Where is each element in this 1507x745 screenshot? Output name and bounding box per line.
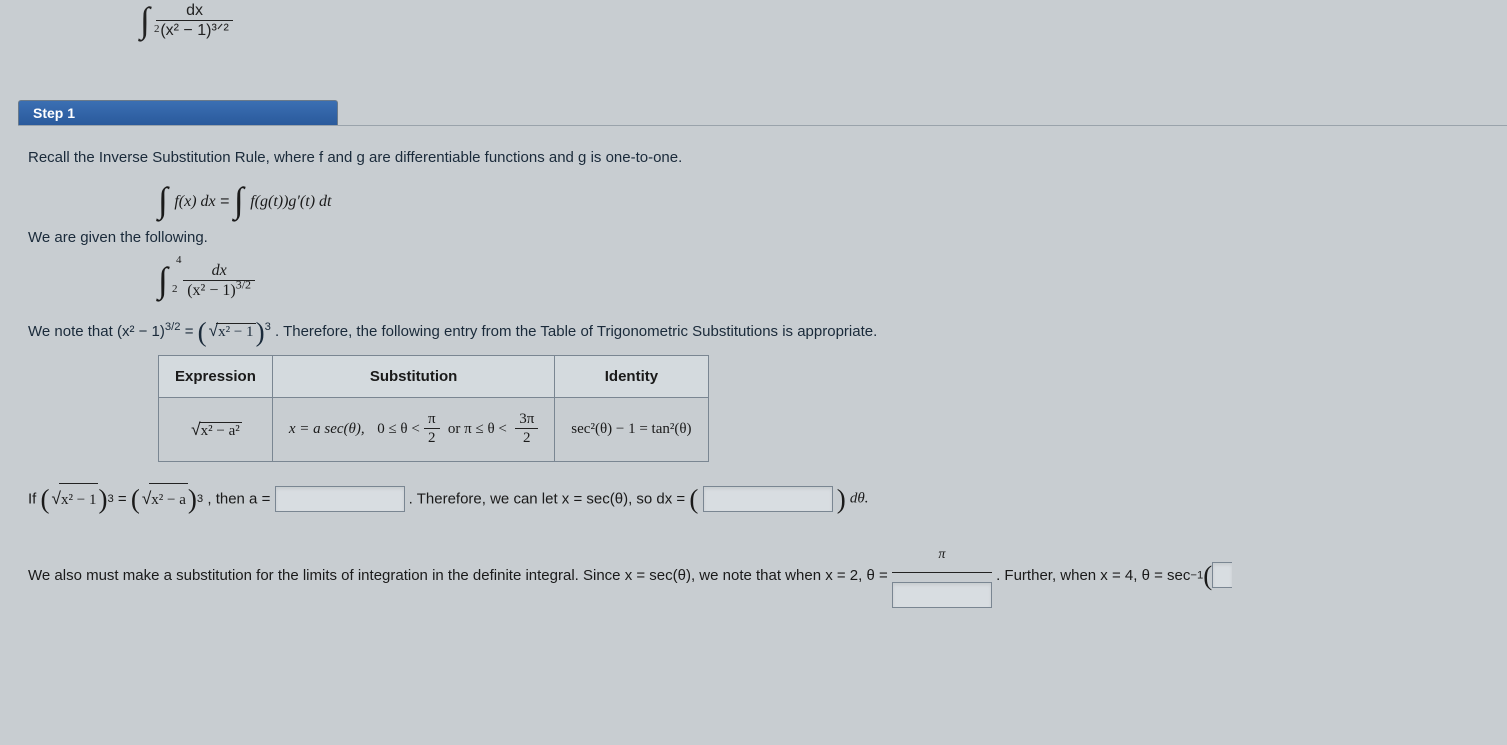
- frag-denominator: (x² − 1)³ᐟ²: [156, 21, 233, 42]
- answer-box-theta2-den[interactable]: [892, 582, 992, 608]
- recall-text: Recall the Inverse Substitution Rule, wh…: [28, 149, 1497, 166]
- step-tab: Step 1: [18, 100, 338, 125]
- td-substitution: x = a sec(θ), 0 ≤ θ < π 2 or π ≤ θ < 3π …: [272, 398, 554, 462]
- integral-den: (x² − 1)3/2: [183, 281, 255, 302]
- eq1-rhs: f(g(t))g′(t) dt: [250, 193, 331, 210]
- integral-upper: 4: [176, 254, 182, 266]
- td-identity: sec²(θ) − 1 = tan²(θ): [555, 398, 708, 462]
- theta-at-2-fraction: π: [892, 540, 992, 611]
- given-integral: ∫ 4 2 dx (x² − 1)3/2: [158, 260, 1497, 302]
- th-substitution: Substitution: [272, 356, 554, 398]
- answer-box-sec-arg[interactable]: [1212, 562, 1232, 588]
- question-line-1: If (x² − 1)3 = (x² − a)3 , then a = . Th…: [28, 480, 1497, 518]
- eq1-lhs: f(x) dx: [174, 193, 215, 210]
- given-text: We are given the following.: [28, 229, 1497, 246]
- th-identity: Identity: [555, 356, 708, 398]
- answer-box-dx[interactable]: [703, 486, 833, 512]
- integral-fragment-top: ∫2 dx (x² − 1)³ᐟ²: [140, 0, 233, 42]
- step-header: Step 1: [18, 100, 1507, 126]
- note-text: We note that (x² − 1)3/2 = (x² − 1)3 . T…: [28, 320, 1497, 341]
- frag-numerator: dx: [156, 1, 233, 21]
- td-expression: x² − a²: [159, 398, 273, 462]
- substitution-rule-equation: ∫ f(x) dx = ∫ f(g(t))g′(t) dt: [158, 180, 1497, 211]
- frag-lower-limit: 2: [154, 23, 160, 35]
- integral-lower: 2: [172, 283, 178, 295]
- th-expression: Expression: [159, 356, 273, 398]
- answer-box-a[interactable]: [275, 486, 405, 512]
- question-line-2: We also must make a substitution for the…: [28, 540, 1497, 611]
- trig-substitution-table: Expression Substitution Identity x² − a²…: [158, 355, 709, 462]
- step-content: Recall the Inverse Substitution Rule, wh…: [18, 135, 1507, 632]
